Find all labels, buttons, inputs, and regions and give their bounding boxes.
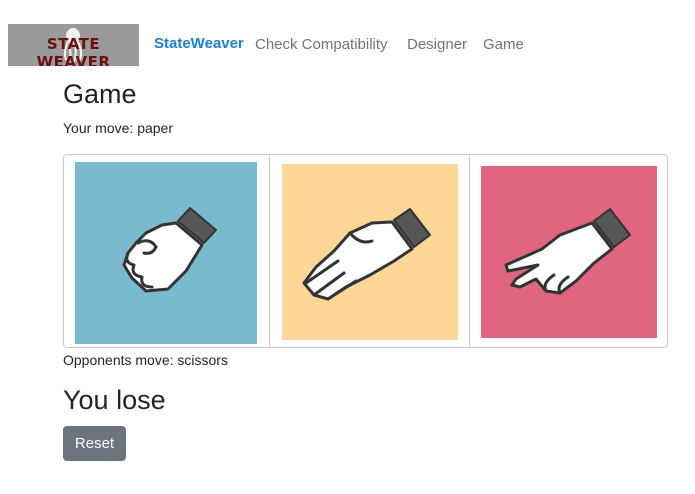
scissors-choice-card[interactable] [469, 155, 667, 347]
logo[interactable]: STATE WEAVER [8, 24, 139, 66]
brand-link[interactable]: StateWeaver [154, 35, 244, 52]
page-title: Game [63, 79, 137, 109]
reset-button[interactable]: Reset [63, 426, 126, 461]
nav-link-check-compatibility[interactable]: Check Compatibility [255, 36, 388, 53]
rock-choice-card[interactable] [64, 155, 269, 347]
nav-link-designer[interactable]: Designer [407, 36, 467, 53]
scissors-hand-icon [504, 208, 631, 295]
move-choices [63, 154, 668, 348]
your-move-text: Your move: paper [63, 120, 173, 136]
navbar: STATE WEAVER StateWeaver Check Compatibi… [0, 0, 695, 88]
rock-hand-icon [122, 207, 217, 293]
result-heading: You lose [63, 385, 166, 415]
nav-link-game[interactable]: Game [483, 36, 524, 53]
paper-choice-card[interactable] [269, 155, 469, 347]
opponent-move-text: Opponents move: scissors [63, 352, 228, 368]
logo-text: STATE WEAVER [36, 35, 111, 66]
paper-hand-icon [302, 208, 431, 301]
